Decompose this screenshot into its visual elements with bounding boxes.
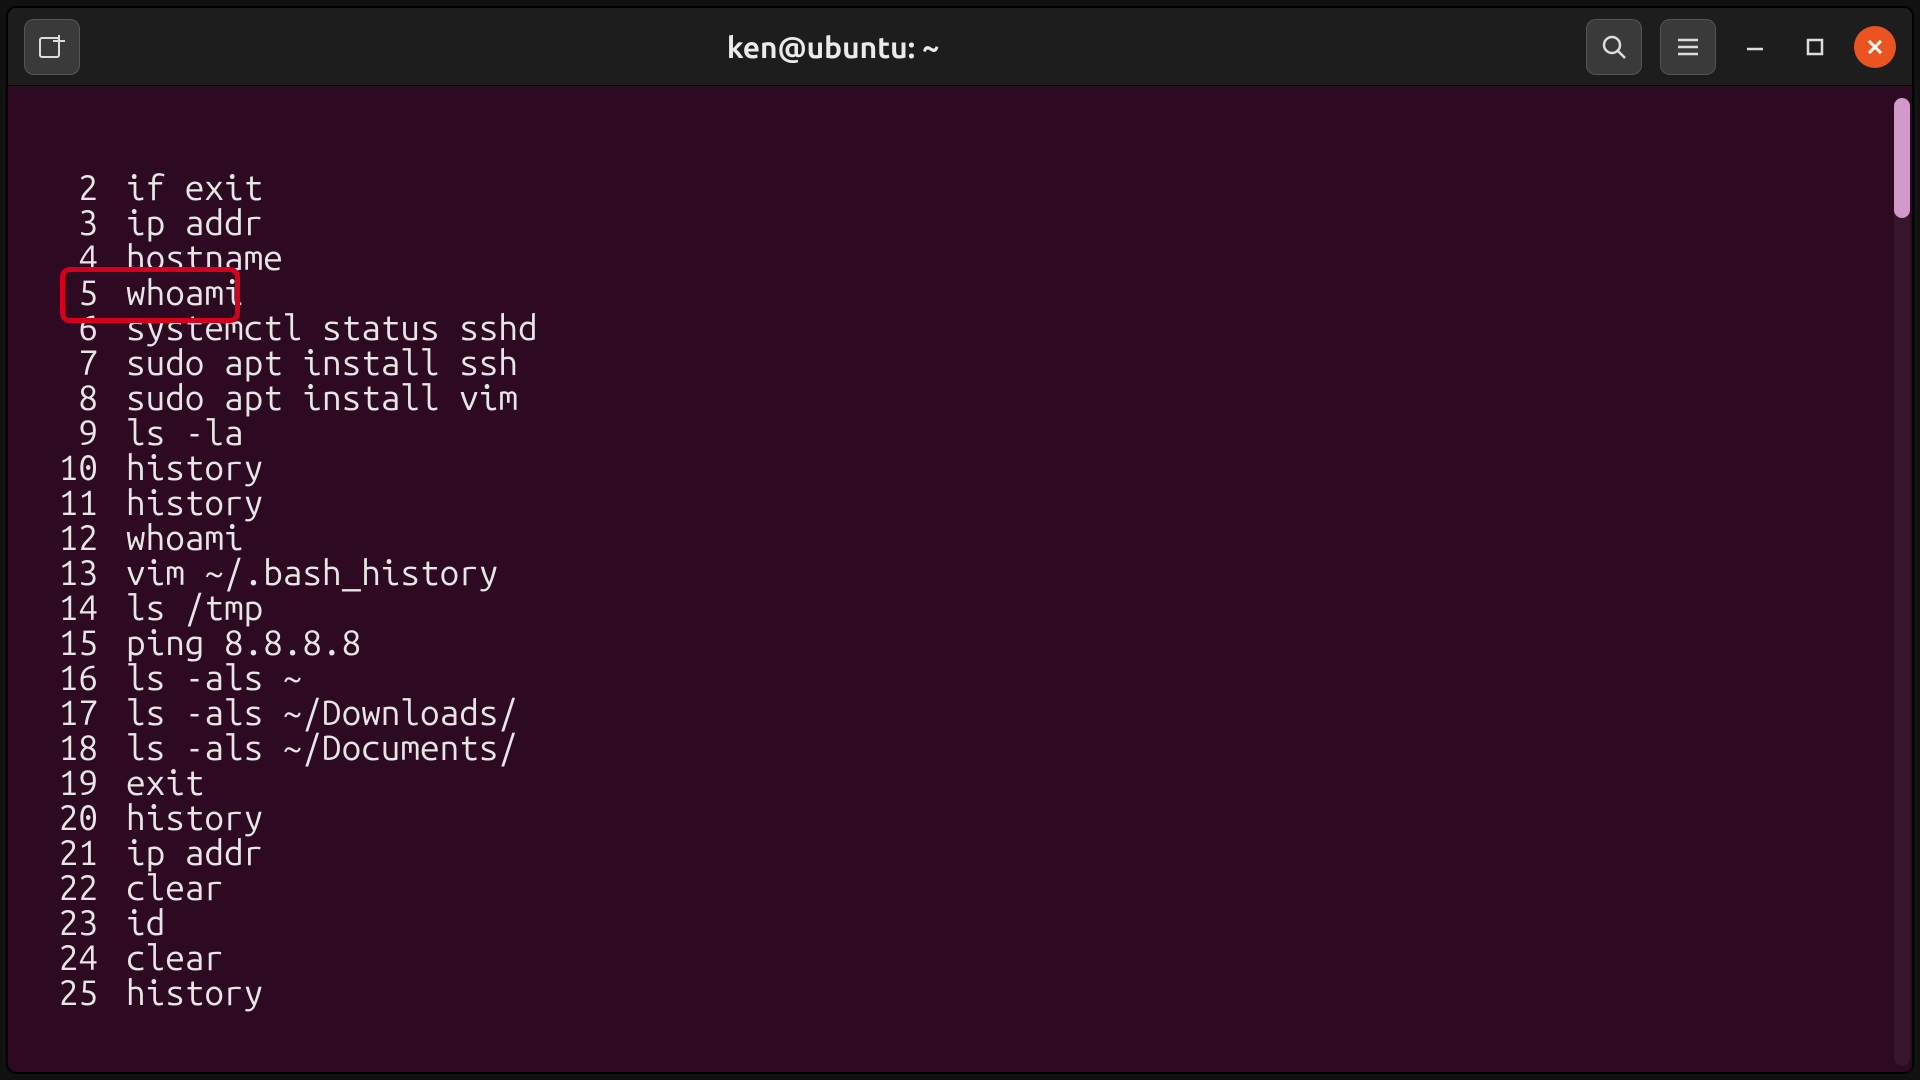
history-number: 4 xyxy=(8,240,98,275)
history-command: whoami xyxy=(126,520,244,555)
menu-button[interactable] xyxy=(1660,19,1716,75)
history-number: 7 xyxy=(8,345,98,380)
history-command: ls -als ~ xyxy=(126,660,302,695)
history-command: ls -als ~/Downloads/ xyxy=(126,695,518,730)
history-line: 20 history xyxy=(8,800,1912,835)
close-button[interactable] xyxy=(1854,26,1896,68)
history-line: 2 if exit xyxy=(8,170,1912,205)
terminal-body[interactable]: 2 if exit 3 ip addr 4 hostname 5 whoami 6 systemc… xyxy=(8,86,1912,1072)
minimize-icon xyxy=(1743,35,1767,59)
history-command: sudo apt install ssh xyxy=(126,345,518,380)
history-line: 8 sudo apt install vim xyxy=(8,380,1912,415)
history-command: history xyxy=(126,450,263,485)
history-line: 19 exit xyxy=(8,765,1912,800)
new-tab-icon xyxy=(37,32,67,62)
history-command: history xyxy=(126,975,263,1010)
search-icon xyxy=(1600,33,1628,61)
history-line: 22 clear xyxy=(8,870,1912,905)
history-line: 11 history xyxy=(8,485,1912,520)
history-line: 3 ip addr xyxy=(8,205,1912,240)
history-number: 3 xyxy=(8,205,98,240)
history-line: 7 sudo apt install ssh xyxy=(8,345,1912,380)
history-number: 19 xyxy=(8,765,98,800)
history-line: 6 systemctl status sshd xyxy=(8,310,1912,345)
history-number: 12 xyxy=(8,520,98,555)
history-number: 15 xyxy=(8,625,98,660)
history-line: 12 whoami xyxy=(8,520,1912,555)
hamburger-icon xyxy=(1675,34,1701,60)
history-number: 16 xyxy=(8,660,98,695)
history-number: 25 xyxy=(8,975,98,1010)
terminal-window: ken@ubuntu: ~ xyxy=(6,6,1914,1074)
history-command: ip addr xyxy=(126,835,263,870)
history-command: ls /tmp xyxy=(126,590,263,625)
history-command: exit xyxy=(126,765,204,800)
history-number: 13 xyxy=(8,555,98,590)
history-line: 14 ls /tmp xyxy=(8,590,1912,625)
history-number: 10 xyxy=(8,450,98,485)
history-line: 24 clear xyxy=(8,940,1912,975)
maximize-icon xyxy=(1804,36,1826,58)
history-number: 8 xyxy=(8,380,98,415)
history-number: 24 xyxy=(8,940,98,975)
history-number: 14 xyxy=(8,590,98,625)
new-tab-button[interactable] xyxy=(24,19,80,75)
history-command: systemctl status sshd xyxy=(126,310,538,345)
history-number: 5 xyxy=(8,275,98,310)
maximize-button[interactable] xyxy=(1794,26,1836,68)
history-number: 20 xyxy=(8,800,98,835)
history-command: ping 8.8.8.8 xyxy=(126,625,361,660)
history-command: history xyxy=(126,485,263,520)
history-command: ls -la xyxy=(126,415,244,450)
history-number: 2 xyxy=(8,170,98,205)
history-command: hostname xyxy=(126,240,283,275)
history-line: 10 history xyxy=(8,450,1912,485)
history-line: 23 id xyxy=(8,905,1912,940)
history-line: 4 hostname xyxy=(8,240,1912,275)
history-command: id xyxy=(126,905,165,940)
history-line: 18 ls -als ~/Documents/ xyxy=(8,730,1912,765)
history-command: sudo apt install vim xyxy=(126,380,518,415)
history-line: 25 history xyxy=(8,975,1912,1010)
history-line: 16 ls -als ~ xyxy=(8,660,1912,695)
history-command: clear xyxy=(126,940,224,975)
history-command: whoami xyxy=(126,275,244,310)
history-line: 5 whoami xyxy=(8,275,1912,310)
titlebar: ken@ubuntu: ~ xyxy=(8,8,1912,86)
scrollbar-thumb[interactable] xyxy=(1894,98,1910,218)
history-command: clear xyxy=(126,870,224,905)
search-button[interactable] xyxy=(1586,19,1642,75)
history-line: 13 vim ~/.bash_history xyxy=(8,555,1912,590)
history-line: 21 ip addr xyxy=(8,835,1912,870)
history-number: 9 xyxy=(8,415,98,450)
minimize-button[interactable] xyxy=(1734,26,1776,68)
history-command: history xyxy=(126,800,263,835)
history-number: 18 xyxy=(8,730,98,765)
history-line: 15 ping 8.8.8.8 xyxy=(8,625,1912,660)
history-line: 9 ls -la xyxy=(8,415,1912,450)
history-command: if exit xyxy=(126,170,263,205)
window-title: ken@ubuntu: ~ xyxy=(80,30,1586,64)
history-number: 6 xyxy=(8,310,98,345)
history-command: vim ~/.bash_history xyxy=(126,555,498,590)
history-number: 21 xyxy=(8,835,98,870)
history-command: ip addr xyxy=(126,205,263,240)
history-line: 17 ls -als ~/Downloads/ xyxy=(8,695,1912,730)
scrollbar-track[interactable] xyxy=(1894,98,1910,1066)
history-command: ls -als ~/Documents/ xyxy=(126,730,518,765)
history-number: 22 xyxy=(8,870,98,905)
close-icon xyxy=(1864,36,1886,58)
history-number: 23 xyxy=(8,905,98,940)
history-number: 17 xyxy=(8,695,98,730)
history-number: 11 xyxy=(8,485,98,520)
